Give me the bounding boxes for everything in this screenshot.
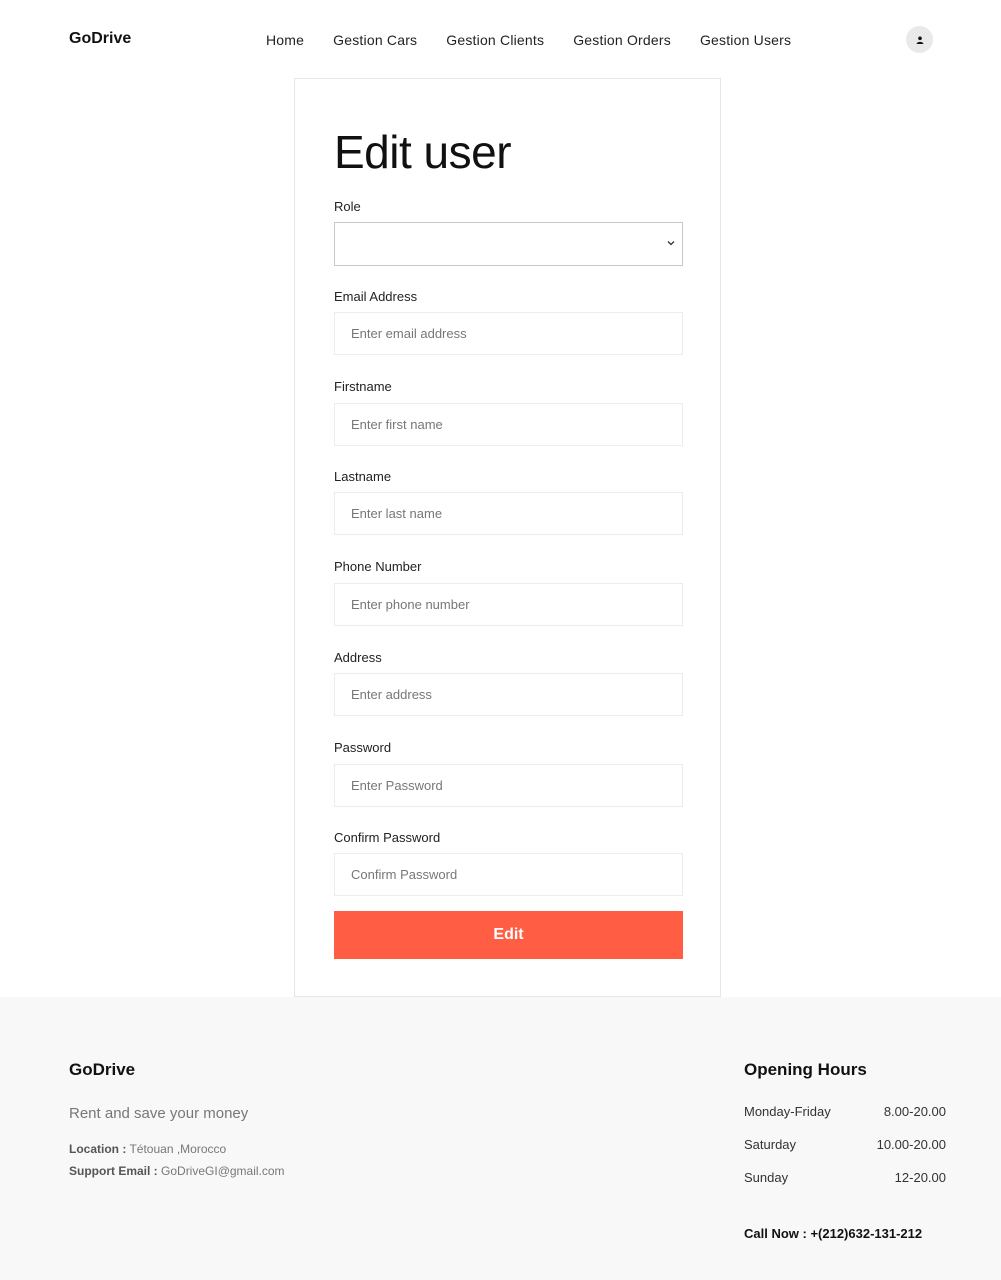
opening-hours-title: Opening Hours [744,1060,867,1079]
password-label: Password [334,740,392,755]
confirm-password-field[interactable] [334,853,683,896]
hours-day: Sunday [744,1170,789,1185]
edit-button[interactable]: Edit [334,911,683,959]
hours-time: 8.00-20.00 [883,1104,946,1119]
hours-row-weekdays: Monday-Friday 8.00-20.00 [744,1104,946,1119]
nav-gestion-orders[interactable]: Gestion Orders [573,32,671,48]
confirm-password-label: Confirm Password [334,830,441,845]
hours-day: Saturday [744,1137,797,1152]
hours-row-saturday: Saturday 10.00-20.00 [744,1137,946,1152]
support-email-label: Support Email : [69,1164,158,1178]
nav-home[interactable]: Home [266,32,304,48]
nav-gestion-users[interactable]: Gestion Users [700,32,791,48]
firstname-label: Firstname [334,379,392,394]
hours-time: 12-20.00 [894,1170,946,1185]
location-value: Tétouan ,Morocco [129,1142,227,1156]
edit-user-card: Edit user Role Email Address Firstname L… [294,78,721,997]
role-select[interactable] [334,222,683,266]
lastname-field[interactable] [334,492,683,535]
email-label: Email Address [334,289,418,304]
nav-gestion-clients[interactable]: Gestion Clients [446,32,544,48]
footer-tagline: Rent and save your money [69,1105,249,1122]
phone-label: Phone Number [334,559,422,574]
footer-support-email: Support Email : GoDriveGI@gmail.com [69,1164,285,1178]
chevron-down-icon [667,241,675,246]
footer: GoDrive Rent and save your money Locatio… [0,997,1001,1280]
role-label: Role [334,199,361,214]
support-email-value[interactable]: GoDriveGI@gmail.com [161,1164,285,1178]
location-label: Location : [69,1142,127,1156]
footer-location: Location : Tétouan ,Morocco [69,1142,226,1156]
address-label: Address [334,650,382,665]
hours-day: Monday-Friday [744,1104,831,1119]
firstname-field[interactable] [334,403,683,446]
main-nav: Home Gestion Cars Gestion Clients Gestio… [266,32,791,48]
password-field[interactable] [334,764,683,807]
address-field[interactable] [334,673,683,716]
brand-logo[interactable]: GoDrive [69,30,131,48]
top-navbar: GoDrive Home Gestion Cars Gestion Client… [0,0,1001,80]
footer-brand: GoDrive [69,1060,136,1079]
hours-time: 10.00-20.00 [876,1137,946,1152]
user-icon [916,36,923,44]
lastname-label: Lastname [334,469,392,484]
phone-field[interactable] [334,583,683,626]
nav-gestion-cars[interactable]: Gestion Cars [333,32,417,48]
user-menu-button[interactable] [906,26,933,53]
page-title: Edit user [334,126,512,178]
hours-row-sunday: Sunday 12-20.00 [744,1170,946,1185]
call-now[interactable]: Call Now : +(212)632-131-212 [744,1226,922,1241]
email-field[interactable] [334,312,683,355]
